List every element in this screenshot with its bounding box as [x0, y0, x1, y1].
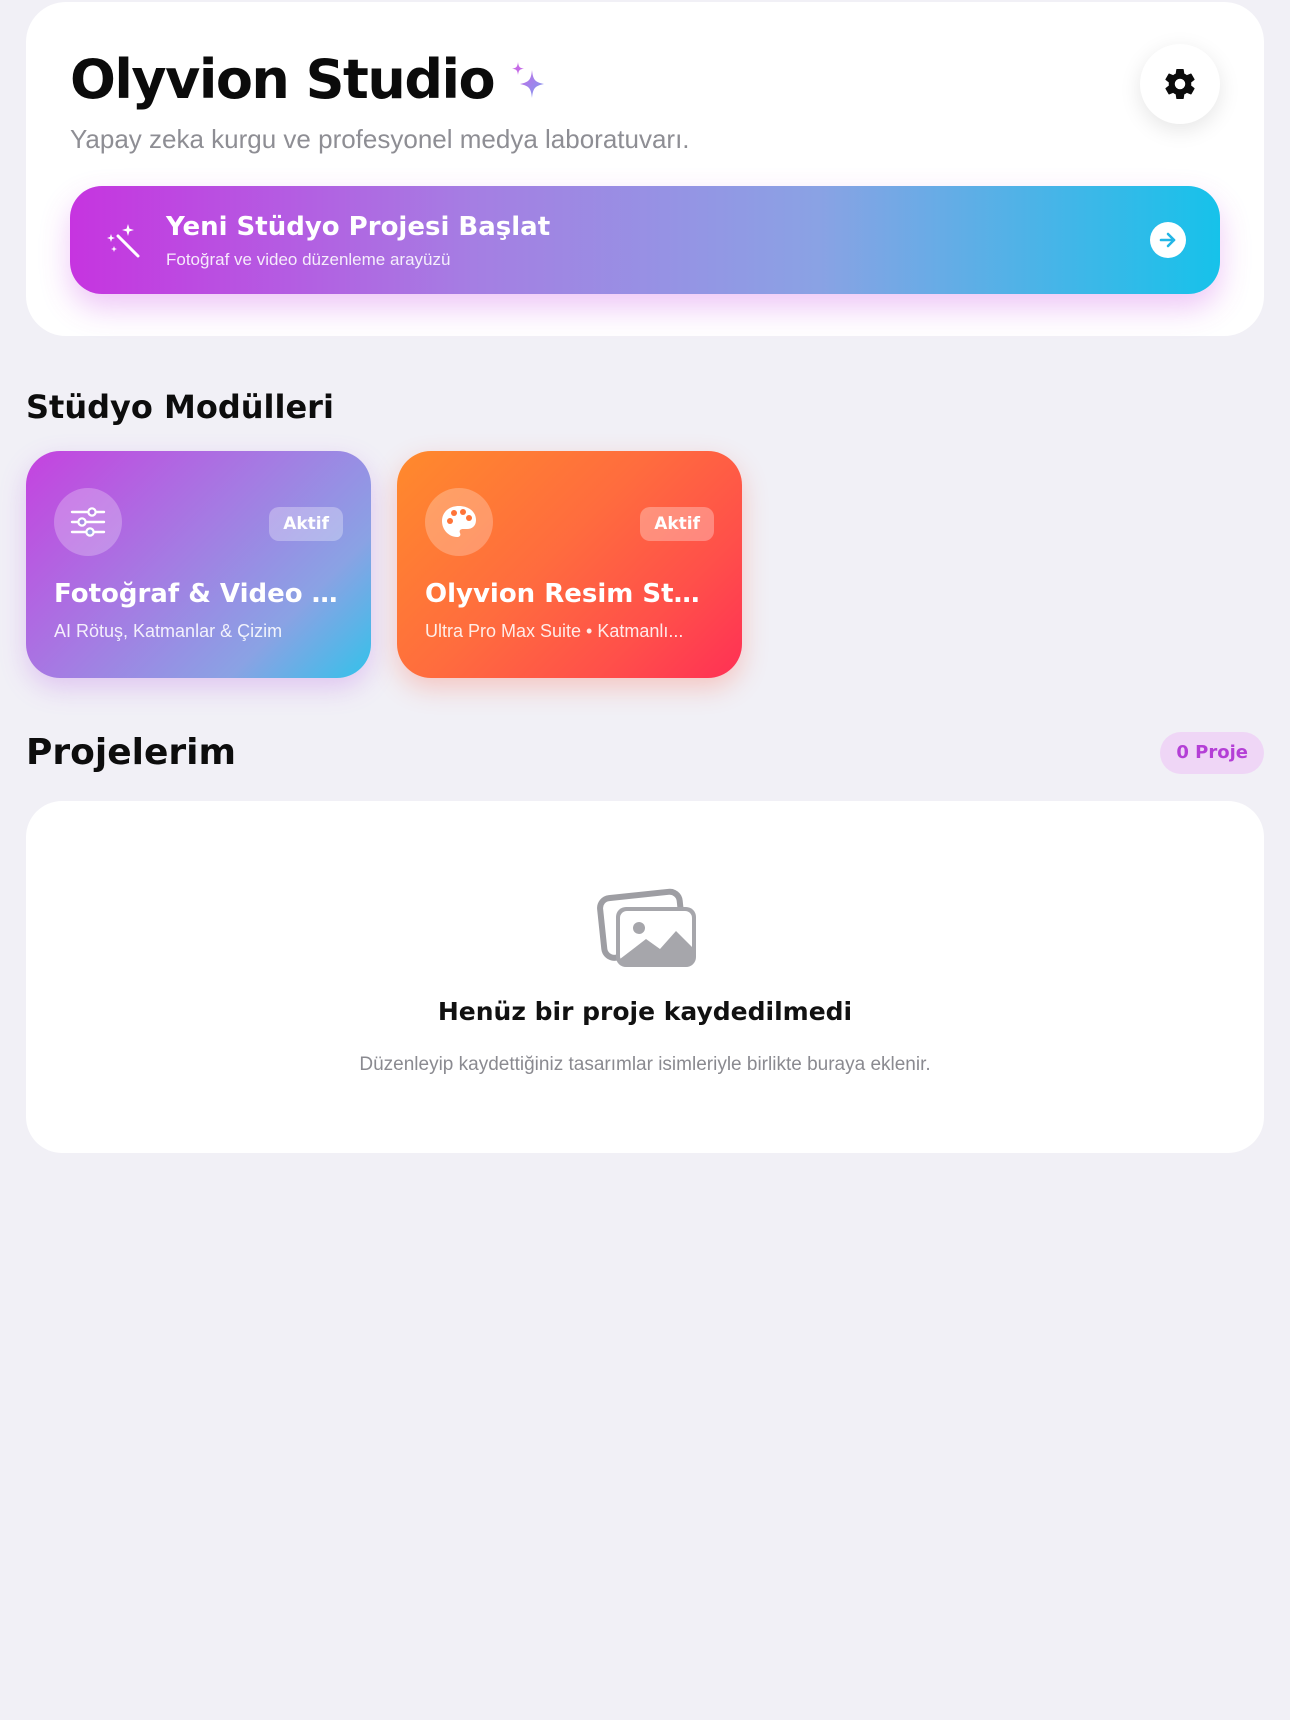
empty-state-subtitle: Düzenleyip kaydettiğiniz tasarımlar isim…	[359, 1054, 931, 1075]
title-row: Olyvion Studio	[70, 48, 546, 111]
module-card-paint-studio[interactable]: Aktif Olyvion Resim Stü... Ultra Pro Max…	[397, 451, 742, 678]
magic-wand-icon	[107, 224, 140, 258]
palette-icon	[425, 488, 493, 556]
module-title: Fotoğraf & Video S...	[54, 579, 346, 609]
photos-icon	[597, 888, 696, 967]
home-screen: Olyvion Studio Yapay zeka kurgu ve profe…	[0, 0, 1290, 1720]
modules-heading: Stüdyo Modülleri	[26, 388, 334, 426]
cta-subtitle: Fotoğraf ve video düzenleme arayüzü	[166, 250, 451, 269]
sliders-icon	[54, 488, 122, 556]
module-card-photo-video[interactable]: Aktif Fotoğraf & Video S... AI Rötuş, Ka…	[26, 451, 371, 678]
gear-icon	[1165, 68, 1195, 99]
app-subtitle: Yapay zeka kurgu ve profesyonel medya la…	[70, 124, 690, 154]
projects-heading: Projelerim	[26, 732, 236, 773]
module-subtitle: AI Rötuş, Katmanlar & Çizim	[54, 621, 283, 641]
empty-state-title: Henüz bir proje kaydedilmedi	[437, 997, 853, 1026]
project-count-badge: 0 Proje	[1160, 732, 1264, 774]
arrow-right-circle-icon	[1150, 222, 1186, 258]
module-subtitle: Ultra Pro Max Suite • Katmanlı...	[425, 621, 684, 641]
cta-title: Yeni Stüdyo Projesi Başlat	[166, 212, 551, 242]
status-badge: Aktif	[640, 507, 714, 541]
new-project-button[interactable]: Yeni Stüdyo Projesi Başlat Fotoğraf ve v…	[70, 186, 1220, 294]
empty-state-card: Henüz bir proje kaydedilmedi Düzenleyip …	[26, 801, 1264, 1153]
status-badge: Aktif	[269, 507, 343, 541]
settings-button[interactable]	[1140, 44, 1220, 124]
module-title: Olyvion Resim Stü...	[425, 579, 717, 609]
header-card: Olyvion Studio Yapay zeka kurgu ve profe…	[26, 2, 1264, 336]
sparkle-icon	[512, 61, 545, 98]
app-title: Olyvion Studio	[70, 48, 496, 111]
